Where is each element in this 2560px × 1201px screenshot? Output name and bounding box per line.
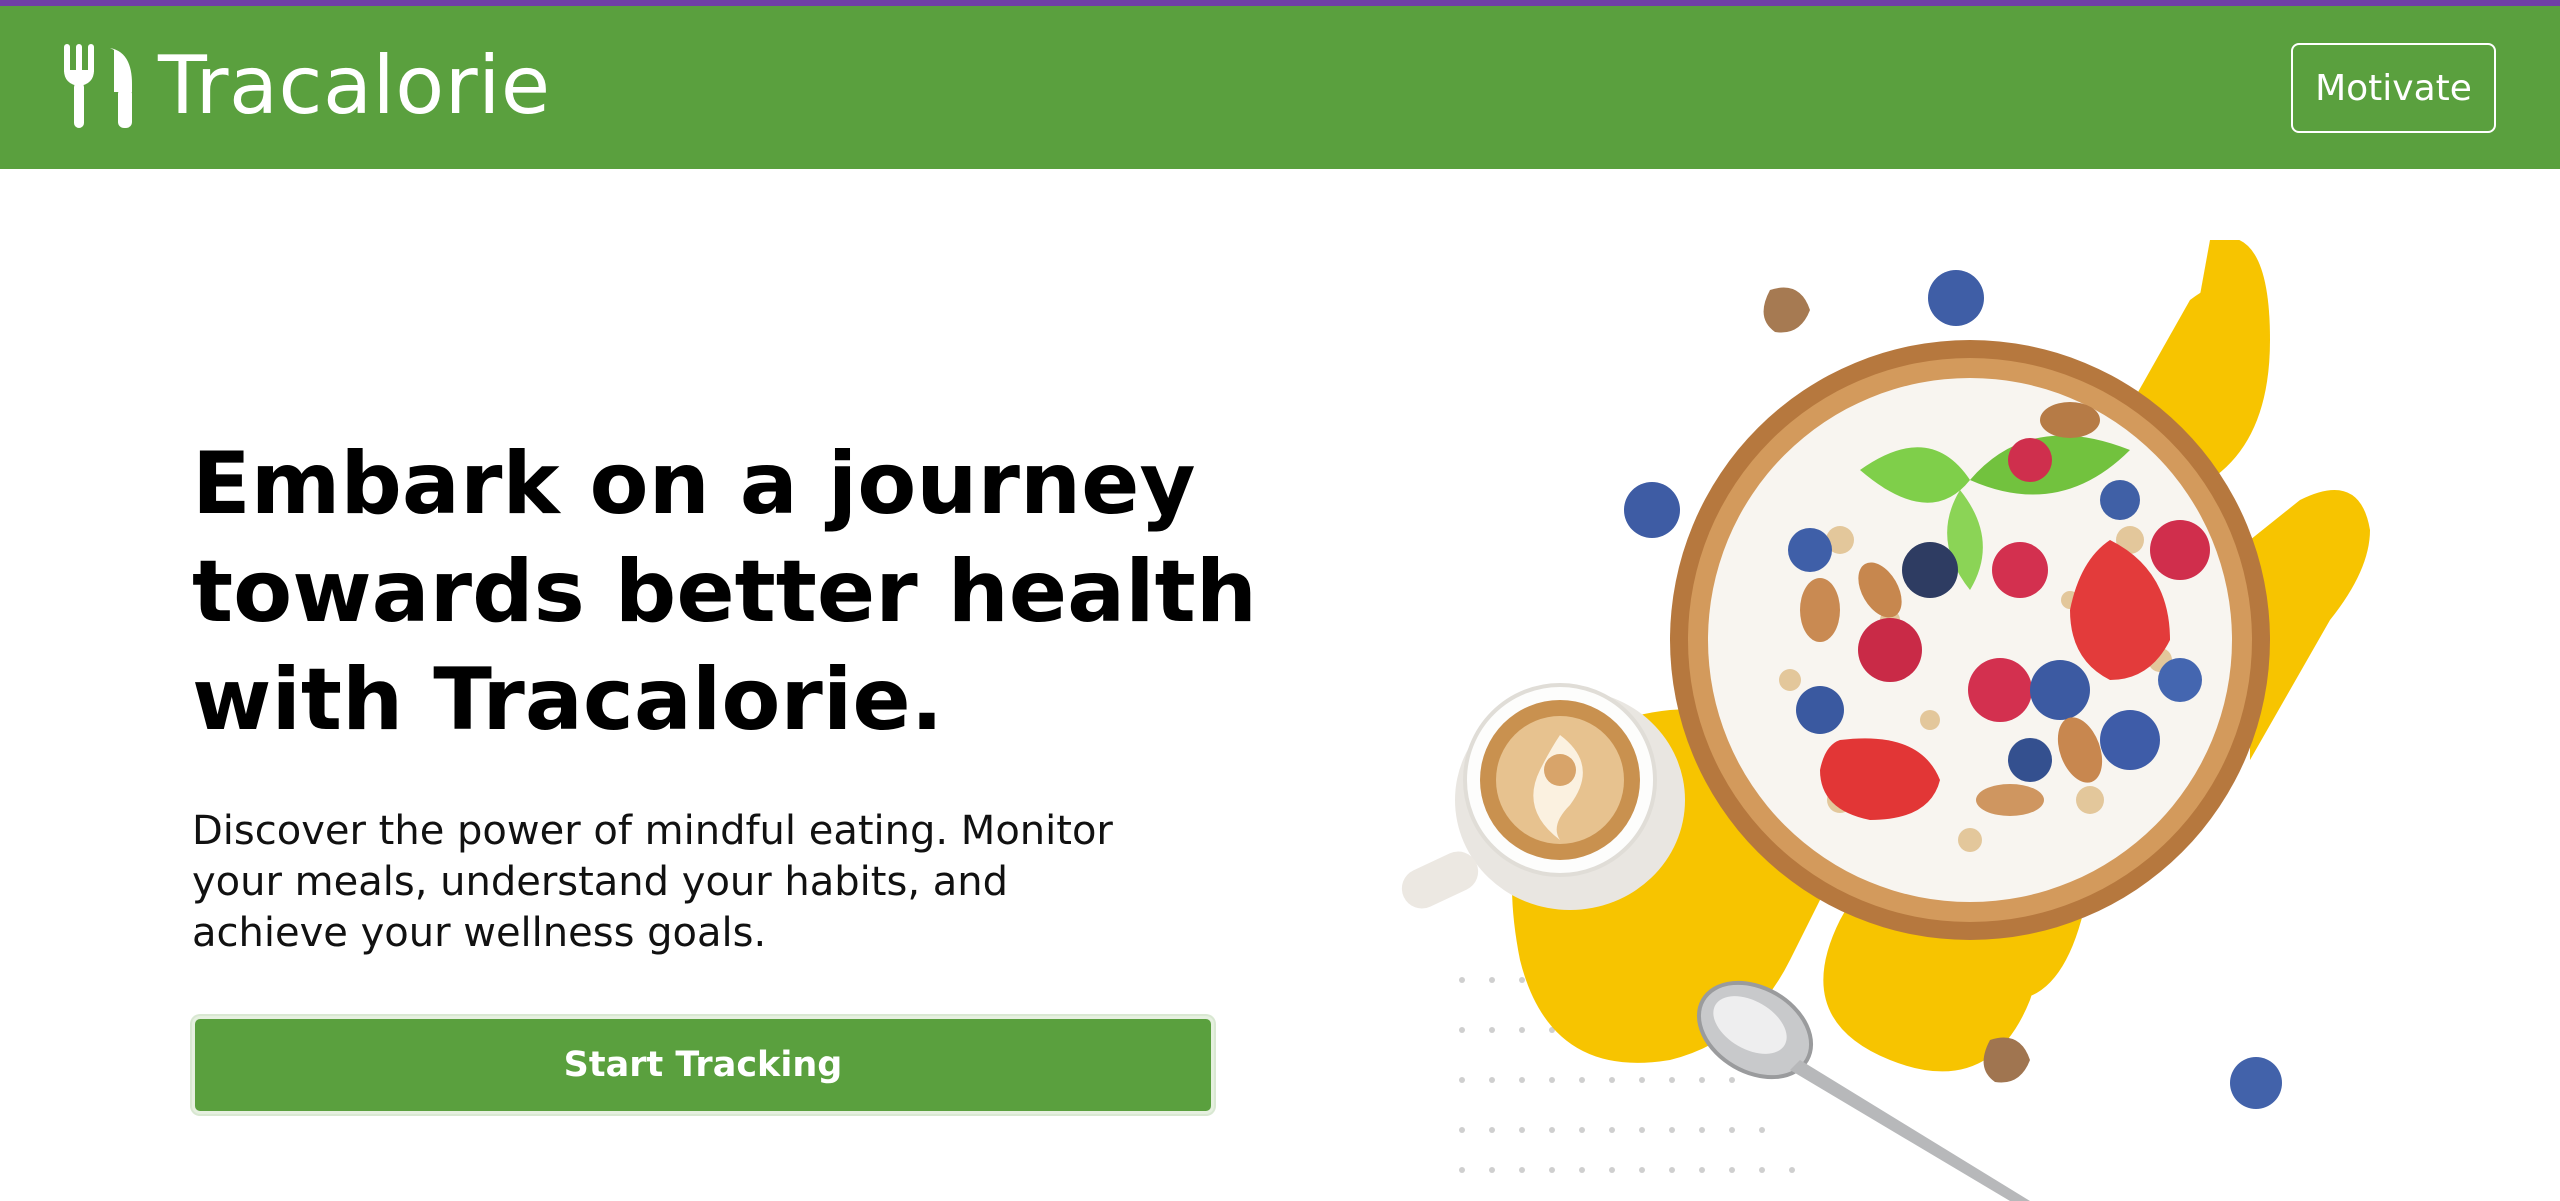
- utensils-icon: [64, 44, 132, 128]
- hero-title: Embark on a journey towards better healt…: [192, 430, 1257, 754]
- hero-subtitle-line: achieve your wellness goals.: [192, 910, 767, 956]
- brand-logo[interactable]: Tracalorie: [62, 41, 551, 131]
- hero-subtitle-line: Discover the power of mindful eating. Mo…: [192, 808, 1113, 854]
- coffee-cup: [1401, 683, 1685, 910]
- hero-title-line: with Tracalorie.: [192, 650, 944, 750]
- hero-text: Embark on a journey towards better healt…: [192, 430, 1257, 959]
- brand-name: Tracalorie: [158, 39, 551, 132]
- hero-image: [1401, 240, 2370, 1201]
- hero-subtitle: Discover the power of mindful eating. Mo…: [192, 806, 1252, 959]
- breakfast-bowl-illustration: [1370, 240, 2410, 1201]
- hero-subtitle-line: your meals, understand your habits, and: [192, 859, 1008, 905]
- hero-title-line: towards better health: [192, 542, 1257, 642]
- navbar: Tracalorie Motivate: [0, 6, 2560, 169]
- start-tracking-button[interactable]: Start Tracking: [192, 1016, 1214, 1114]
- motivate-button[interactable]: Motivate: [2291, 43, 2496, 133]
- hero-title-line: Embark on a journey: [192, 434, 1196, 534]
- oatmeal-bowl: [1670, 340, 2270, 940]
